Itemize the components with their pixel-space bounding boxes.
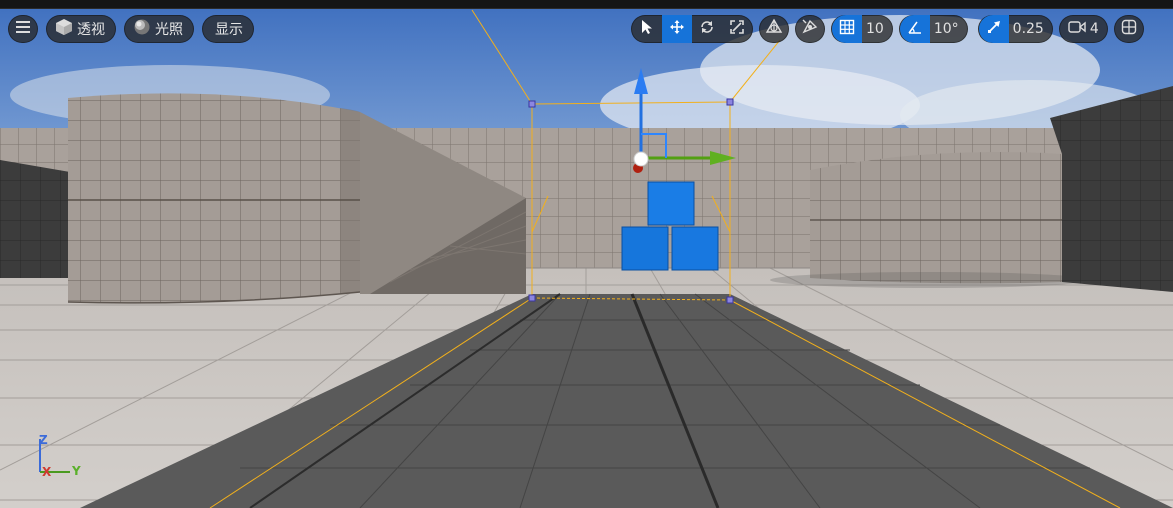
- axis-y-label: Y: [72, 464, 81, 478]
- scale-snap-group: 0.25: [977, 15, 1053, 43]
- right-dark-wall: [1050, 86, 1173, 292]
- show-label: 显示: [215, 22, 243, 38]
- grid-snap-toggle[interactable]: [832, 15, 862, 43]
- viewport-top-border: [0, 0, 1173, 9]
- scale-snap-value[interactable]: 0.25: [1009, 21, 1052, 37]
- angle-icon: [907, 19, 923, 39]
- grid-snap-group: 10: [831, 15, 893, 43]
- toolbar-right: 10 10° 0.25 4: [631, 14, 1144, 44]
- rotation-snap-value[interactable]: 10°: [930, 21, 967, 37]
- move-arrows-icon: [669, 19, 685, 39]
- left-dark-wall: [0, 160, 70, 278]
- perspective-label: 透视: [77, 22, 105, 38]
- axis-indicator: Z X Y: [36, 433, 96, 480]
- left-cylinder: [68, 93, 360, 303]
- cube-icon: [55, 18, 73, 40]
- hamburger-menu-icon: [16, 21, 30, 37]
- scale-icon: [729, 19, 745, 39]
- transform-mode-group: [631, 15, 753, 43]
- rotate-mode-button[interactable]: [692, 15, 722, 43]
- grid-icon: [839, 19, 855, 39]
- level-viewport[interactable]: 透视 光照 显示 10 10° 0.25 4 Z X Y: [0, 0, 1173, 508]
- rotate-icon: [699, 19, 715, 39]
- right-cylinder: [810, 152, 1062, 284]
- cursor-arrow-icon: [640, 19, 654, 39]
- grid-snap-value[interactable]: 10: [862, 21, 892, 37]
- world-space-icon: [765, 18, 783, 40]
- camera-speed-button[interactable]: 4: [1058, 15, 1108, 43]
- layout-grid-icon: [1121, 19, 1137, 39]
- camera-icon: [1068, 20, 1086, 38]
- scale-arrow-icon: [986, 19, 1002, 39]
- axis-x-label: X: [42, 465, 52, 479]
- show-button[interactable]: 显示: [202, 15, 254, 43]
- lighting-button[interactable]: 光照: [124, 15, 194, 43]
- coordinate-system-button[interactable]: [759, 15, 789, 43]
- translate-mode-button[interactable]: [662, 15, 692, 43]
- viewport-layout-button[interactable]: [1113, 15, 1144, 43]
- scene-render[interactable]: [0, 0, 1173, 508]
- perspective-button[interactable]: 透视: [46, 15, 116, 43]
- lit-sphere-icon: [133, 18, 151, 40]
- surface-snap-icon: [801, 18, 819, 40]
- rotation-snap-group: 10°: [898, 15, 968, 43]
- select-mode-button[interactable]: [632, 15, 662, 43]
- surface-snap-button[interactable]: [795, 15, 825, 43]
- scale-snap-toggle[interactable]: [978, 15, 1009, 43]
- toolbar-left: 透视 光照 显示: [8, 14, 254, 44]
- rotation-snap-toggle[interactable]: [899, 15, 930, 43]
- viewport-menu-button[interactable]: [8, 15, 38, 43]
- lighting-label: 光照: [155, 22, 183, 38]
- axis-z-label: Z: [39, 433, 48, 447]
- camera-speed-value: 4: [1089, 21, 1099, 37]
- scale-mode-button[interactable]: [722, 15, 752, 43]
